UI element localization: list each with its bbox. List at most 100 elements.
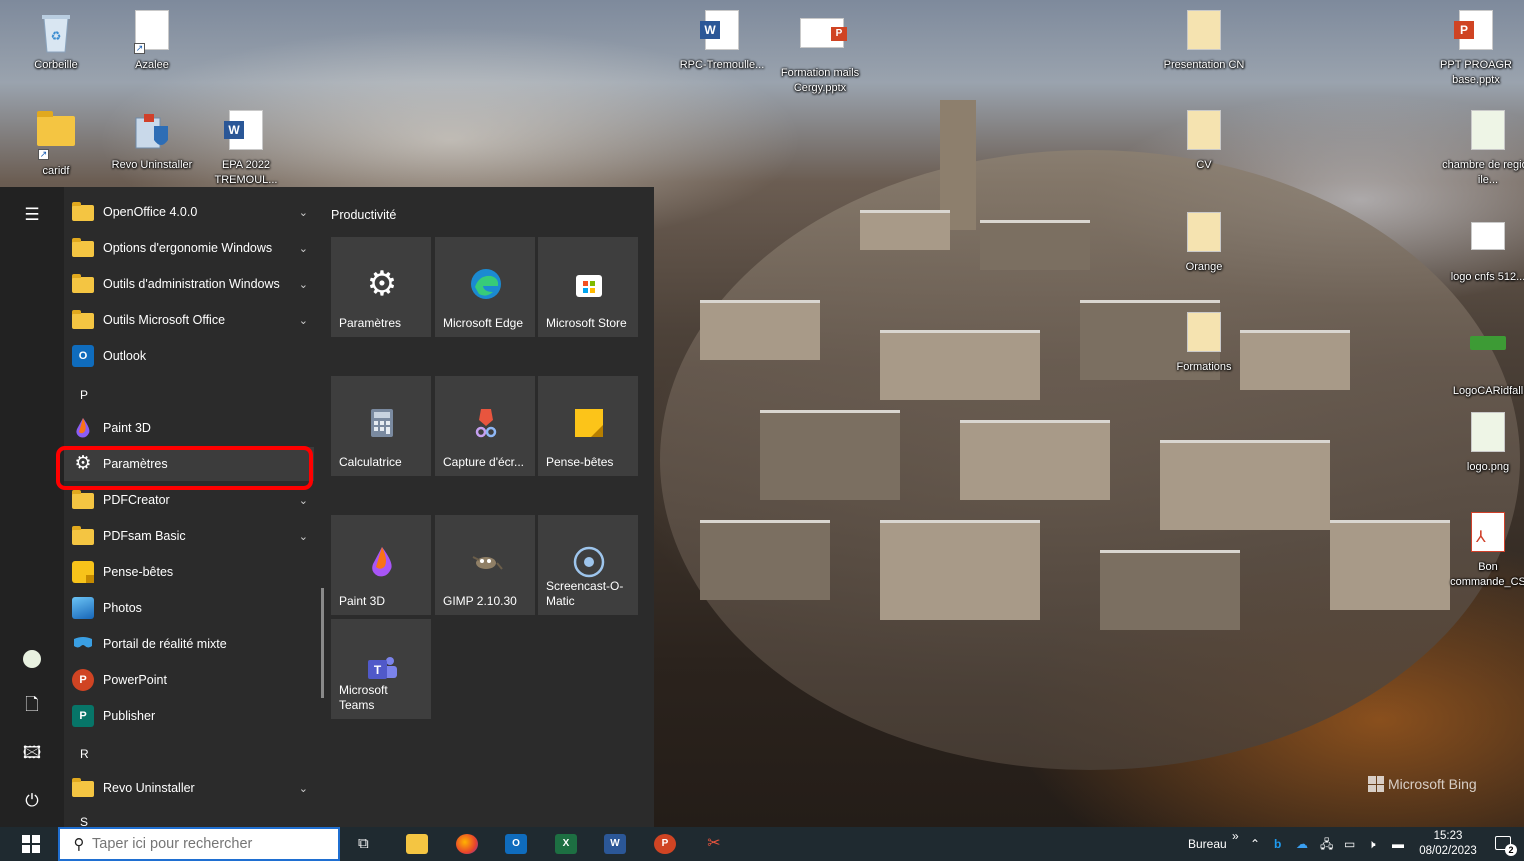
letter-heading-s[interactable]: S [80, 815, 88, 827]
tile-microsoft-teams[interactable]: T Microsoft Teams [331, 619, 431, 719]
tile-pense-betes[interactable]: Pense-bêtes [538, 376, 638, 476]
tile-calculatrice[interactable]: Calculatrice [331, 376, 431, 476]
bing-watermark: Microsoft Bing [1368, 776, 1477, 792]
tile-screencast-o-matic[interactable]: Screencast-O-Matic [538, 515, 638, 615]
app-pense-betes[interactable]: Pense-bêtes [64, 555, 314, 589]
desktop-icon-epa[interactable]: W EPA 2022 TREMOUL... [198, 110, 294, 188]
svg-text:T: T [374, 663, 382, 677]
app-outlook[interactable]: O Outlook [64, 339, 314, 373]
app-label: Paint 3D [103, 421, 151, 435]
toolbar-expand-icon[interactable]: » [1232, 819, 1239, 853]
tile-parametres[interactable]: ⚙ Paramètres [331, 237, 431, 337]
app-options-ergonomie[interactable]: Options d'ergonomie Windows ⌄ [64, 231, 314, 265]
app-publisher[interactable]: P Publisher [64, 699, 314, 733]
word-taskbar-icon[interactable]: W [604, 834, 626, 854]
tile-gimp[interactable]: GIMP 2.10.30 [435, 515, 535, 615]
chevron-down-icon[interactable]: ⌄ [299, 206, 308, 219]
gimp-icon [469, 545, 503, 579]
desktop-icon-ppt-proagr[interactable]: P PPT PROAGR base.pptx [1428, 10, 1524, 88]
bing-logo-icon [1368, 776, 1384, 792]
chevron-down-icon[interactable]: ⌄ [299, 242, 308, 255]
excel-taskbar-icon[interactable]: X [555, 834, 577, 854]
desktop-icon-cv[interactable]: CV [1156, 110, 1252, 173]
app-openoffice[interactable]: OpenOffice 4.0.0 ⌄ [64, 195, 314, 229]
desktop-icon-chambre-region[interactable]: chambre de region ile... [1440, 110, 1524, 188]
desktop-icon-formations[interactable]: Formations [1156, 312, 1252, 375]
app-outils-administration[interactable]: Outils d'administration Windows ⌄ [64, 267, 314, 301]
chevron-down-icon[interactable]: ⌄ [299, 494, 308, 507]
desktop-icon-rpc[interactable]: W RPC-Tremoulle... [674, 10, 770, 73]
app-powerpoint[interactable]: P PowerPoint [64, 663, 314, 697]
house [1100, 550, 1240, 630]
desktop-icon-recycle-bin[interactable]: ♻ Corbeille [8, 10, 104, 73]
pictures-icon[interactable]: 🖾 [16, 737, 48, 769]
desktop-icon-label: Bon commande_CS [1450, 561, 1524, 588]
chevron-down-icon[interactable]: ⌄ [299, 278, 308, 291]
windows-start-icon[interactable] [22, 835, 40, 853]
task-view-icon[interactable]: ⧉ [358, 827, 369, 861]
tile-capture-ecran[interactable]: Capture d'écr... [435, 376, 535, 476]
app-label: Revo Uninstaller [103, 781, 195, 795]
app-photos[interactable]: Photos [64, 591, 314, 625]
app-label: PDFCreator [103, 493, 170, 507]
tile-paint-3d[interactable]: Paint 3D [331, 515, 431, 615]
powerpoint-taskbar-icon[interactable]: P [654, 834, 676, 854]
screencast-icon [572, 545, 606, 579]
app-label: PowerPoint [103, 673, 167, 687]
volume-icon[interactable]: 🕨 [1368, 827, 1376, 861]
chevron-down-icon[interactable]: ⌄ [299, 530, 308, 543]
chevron-up-icon[interactable]: ⌃ [1250, 827, 1260, 861]
app-pdfsam[interactable]: PDFsam Basic ⌄ [64, 519, 314, 553]
desktop-icon-caridf[interactable]: ↗ caridf [8, 110, 104, 179]
powerpoint-document-icon: P [1454, 10, 1496, 54]
taskbar-search-box[interactable]: ⚲ [58, 827, 340, 861]
tile-label: Pense-bêtes [546, 455, 614, 469]
desktop-icon-presentation-cn[interactable]: Presentation CN [1156, 10, 1252, 73]
tile-label: Paramètres [339, 316, 402, 330]
documents-icon[interactable]: 🗋 [16, 689, 48, 721]
house [1330, 520, 1450, 610]
user-avatar-icon[interactable] [16, 643, 48, 675]
chevron-down-icon[interactable]: ⌄ [299, 782, 308, 795]
desktop-icon-logocaridfall[interactable]: LogoCARidfall [1440, 312, 1524, 399]
app-paint-3d[interactable]: Paint 3D [64, 411, 314, 445]
search-input[interactable] [92, 836, 322, 852]
highlight-annotation [56, 446, 313, 490]
desktop-icon-formation-mails[interactable]: P Formation mails Cergy.pptx [772, 10, 868, 96]
letter-heading-p[interactable]: P [80, 388, 88, 402]
power-icon[interactable]: ⏻ [16, 785, 48, 817]
image-file-icon [1468, 336, 1508, 380]
outlook-taskbar-icon[interactable]: O [505, 834, 527, 854]
hamburger-menu-icon[interactable]: ☰ [16, 199, 48, 231]
app-list-scrollbar[interactable] [321, 588, 324, 698]
desktop-icon-orange[interactable]: Orange [1156, 212, 1252, 275]
bing-tray-icon[interactable]: b [1274, 827, 1281, 861]
app-outils-microsoft-office[interactable]: Outils Microsoft Office ⌄ [64, 303, 314, 337]
display-icon[interactable]: ▭ [1344, 827, 1355, 861]
desktop-icon-revo-uninstaller[interactable]: Revo Uninstaller [104, 110, 200, 173]
firefox-icon[interactable] [456, 834, 478, 854]
onedrive-icon[interactable]: ☁ [1296, 827, 1308, 861]
taskbar-clock[interactable]: 15:23 08/02/2023 [1416, 829, 1480, 859]
desktop-icon-bon-commande[interactable]: ⅄ Bon commande_CS [1440, 512, 1524, 590]
tile-microsoft-store[interactable]: Microsoft Store [538, 237, 638, 337]
notification-center-icon[interactable]: 2 [1495, 836, 1517, 856]
bing-watermark-label: Microsoft Bing [1388, 776, 1477, 792]
desktop-toolbar-label[interactable]: Bureau [1188, 827, 1227, 861]
app-revo-uninstaller[interactable]: Revo Uninstaller ⌄ [64, 771, 314, 805]
file-explorer-icon[interactable] [406, 834, 428, 854]
desktop-icon-logo-png[interactable]: logo.png [1440, 412, 1524, 475]
battery-icon[interactable]: ▬ [1392, 827, 1404, 861]
folder-icon [72, 237, 94, 259]
desktop-icon-azalee[interactable]: ↗ Azalee [104, 10, 200, 73]
tile-microsoft-edge[interactable]: Microsoft Edge [435, 237, 535, 337]
desktop-icon-label: EPA 2022 TREMOUL... [214, 159, 278, 186]
desktop-icon-logo-cnfs[interactable]: logo cnfs 512... [1440, 212, 1524, 285]
letter-heading-r[interactable]: R [80, 747, 89, 761]
desktop-icon-label: caridf [42, 165, 70, 177]
chevron-down-icon[interactable]: ⌄ [299, 314, 308, 327]
app-portail-realite-mixte[interactable]: Portail de réalité mixte [64, 627, 314, 661]
snip-taskbar-icon[interactable]: ✂ [703, 834, 725, 854]
house [1240, 330, 1350, 390]
network-icon[interactable]: 🖧 [1320, 827, 1333, 861]
